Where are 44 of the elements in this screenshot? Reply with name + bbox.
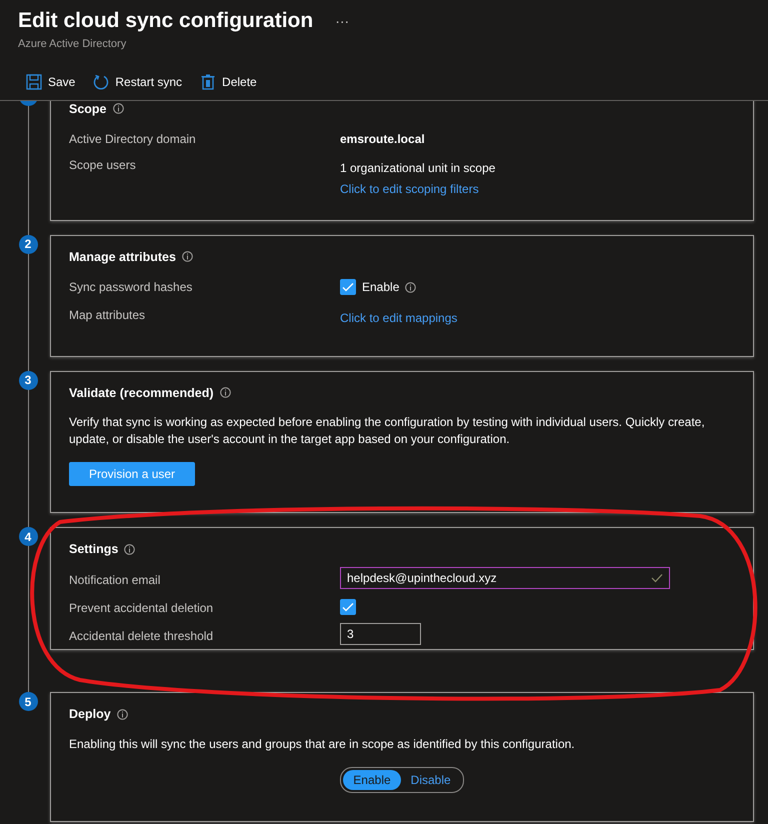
edit-link[interactable]: Click to edit scoping filters <box>340 180 496 198</box>
delete-icon <box>200 74 216 90</box>
save-icon <box>26 74 42 90</box>
toggle-option[interactable]: Disable <box>400 770 461 790</box>
info-icon <box>112 103 124 114</box>
checkbox[interactable] <box>340 599 356 615</box>
more-button[interactable]: ··· <box>335 10 350 32</box>
step-number: 4 <box>18 527 38 546</box>
checkbox-label: Enable <box>362 279 400 296</box>
field-value: emsroute.local <box>340 131 425 148</box>
section-description: Enabling this will sync the users and groups that are in scope as identified by this configuration. <box>69 736 576 753</box>
field-label: Sync password hashes <box>69 279 194 296</box>
field-label: Prevent accidental deletion <box>69 600 214 617</box>
page-subtitle: Azure Active Directory <box>18 37 128 52</box>
section-title: Validate (recommended) <box>69 384 214 402</box>
info-icon <box>124 544 136 556</box>
email-field[interactable]: helpdesk@upinthecloud.xyz <box>340 567 670 589</box>
step-number: 5 <box>18 692 38 712</box>
checkbox[interactable] <box>340 279 356 296</box>
section-title: Deploy <box>69 706 111 724</box>
step-number: 3 <box>18 370 38 390</box>
field-label: Accidental delete threshold <box>69 628 214 645</box>
enable-toggle[interactable]: Enable Disable <box>340 767 464 793</box>
section-title: Settings <box>69 541 118 558</box>
threshold-field[interactable]: 3 <box>340 623 421 645</box>
save-button[interactable]: Save <box>22 71 80 93</box>
restart-button[interactable]: Restart sync <box>89 71 186 93</box>
field-label: Notification email <box>69 572 162 589</box>
toggle-option[interactable]: Enable <box>343 770 401 790</box>
page-title: Edit cloud sync configuration <box>18 8 314 34</box>
delete-button[interactable]: Delete <box>196 71 261 93</box>
field-label: Map attributes <box>69 307 146 324</box>
restart-icon <box>93 74 110 90</box>
edit-link[interactable]: Click to edit mappings <box>340 309 458 328</box>
info-icon <box>182 251 193 262</box>
field-label: Scope users <box>69 157 137 174</box>
field-value: 1 organizational unit in scope <box>340 160 496 178</box>
section-description: Verify that sync is working as expected before enabling the configuration by testing with individual users. Quickly create, update, or disable the user's account in the target app based on your configuration. <box>69 414 706 448</box>
step-number: 2 <box>18 234 38 254</box>
info-icon <box>220 387 230 398</box>
section-title: Scope <box>69 100 107 118</box>
section-title: Manage attributes <box>69 248 176 266</box>
info-icon <box>116 709 128 720</box>
field-label: Active Directory domain <box>69 131 197 148</box>
